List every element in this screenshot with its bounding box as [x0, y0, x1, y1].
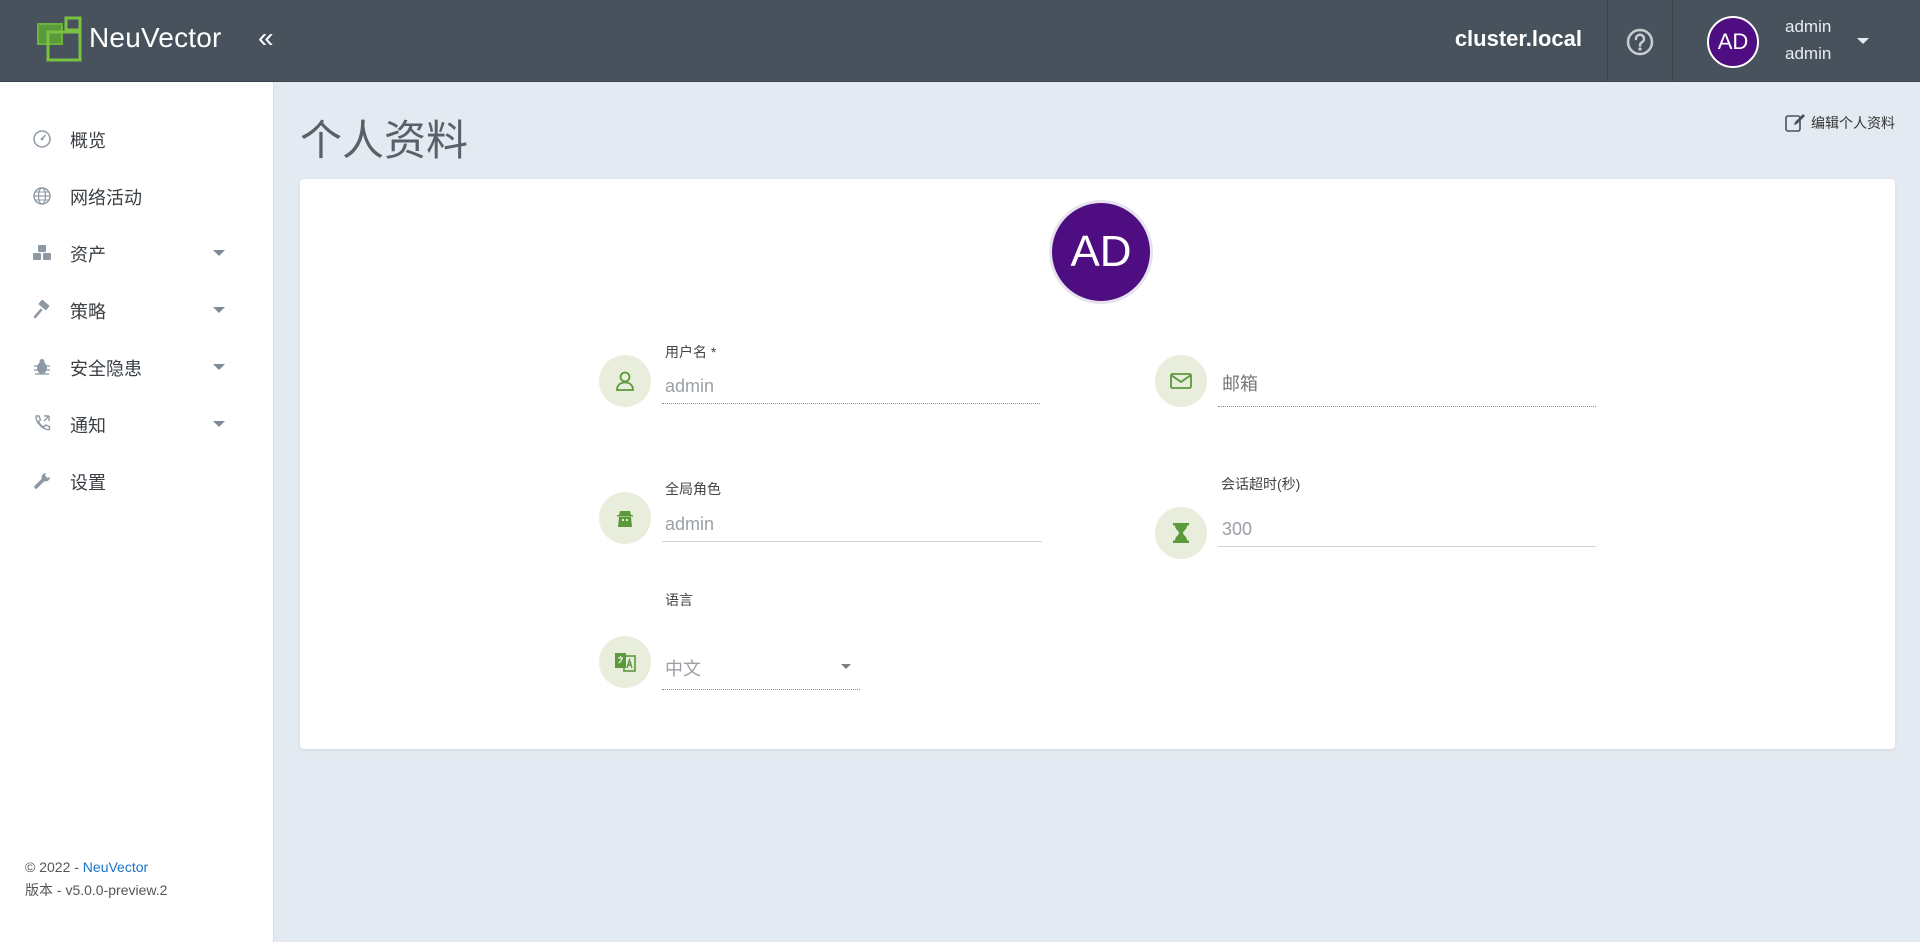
- sidebar-footer: © 2022 - NeuVector 版本 - v5.0.0-preview.2: [25, 856, 167, 902]
- divider: [1672, 0, 1673, 82]
- edit-icon: [1785, 114, 1805, 132]
- user-role[interactable]: admin: [1785, 44, 1831, 64]
- sidebar-item-label: 策略: [70, 302, 106, 322]
- user-icon-badge: [599, 355, 651, 407]
- username-field[interactable]: admin: [662, 376, 1040, 404]
- session-timeout-field[interactable]: 300: [1218, 519, 1596, 547]
- language-select[interactable]: 中文: [662, 655, 860, 690]
- globe-icon: [33, 187, 51, 205]
- envelope-icon: [1170, 373, 1192, 389]
- envelope-icon-badge: [1155, 355, 1207, 407]
- chevron-down-icon[interactable]: [841, 664, 851, 669]
- user-menu-caret-icon[interactable]: [1857, 38, 1869, 44]
- email-field[interactable]: 邮箱: [1218, 370, 1596, 407]
- hourglass-icon: [1173, 523, 1189, 543]
- user-name[interactable]: admin: [1785, 17, 1831, 37]
- hourglass-icon-badge: [1155, 507, 1207, 559]
- sidebar-item-label: 设置: [70, 473, 106, 493]
- phone-icon: [35, 415, 51, 431]
- sidebar-item-label: 网络活动: [70, 188, 142, 208]
- edit-profile-label: 编辑个人资料: [1811, 115, 1895, 131]
- sidebar: 概览 网络活动 资产 策略 安全隐患 通知 设置 © 2022 - NeuVec…: [0, 82, 274, 942]
- brand-name[interactable]: NeuVector: [89, 22, 222, 54]
- agent-icon: [617, 511, 633, 527]
- translate-icon-badge: [599, 636, 651, 688]
- bug-icon: [34, 359, 50, 375]
- sidebar-item-policy[interactable]: 策略: [0, 290, 274, 330]
- translate-icon: [615, 653, 636, 672]
- global-role-label: 全局角色: [665, 481, 721, 497]
- sidebar-item-label: 通知: [70, 416, 106, 436]
- agent-icon-badge: [599, 492, 651, 544]
- session-timeout-label: 会话超时(秒): [1221, 476, 1301, 492]
- sidebar-item-overview[interactable]: 概览: [0, 119, 274, 159]
- user-icon: [616, 371, 634, 391]
- neuvector-link[interactable]: NeuVector: [83, 859, 148, 875]
- neuvector-logo-icon[interactable]: [36, 16, 86, 62]
- chevron-down-icon: [213, 421, 225, 427]
- username-label: 用户名 *: [665, 344, 717, 360]
- sidebar-item-network-activity[interactable]: 网络活动: [0, 176, 274, 216]
- profile-avatar: AD: [1049, 200, 1153, 304]
- copyright-text: © 2022 -: [25, 859, 83, 875]
- sidebar-item-vulnerabilities[interactable]: 安全隐患: [0, 347, 274, 387]
- cluster-name[interactable]: cluster.local: [1455, 26, 1582, 52]
- collapse-sidebar-button[interactable]: «: [258, 24, 274, 52]
- language-label: 语言: [665, 592, 693, 608]
- dashboard-icon: [33, 130, 51, 148]
- edit-profile-button[interactable]: 编辑个人资料: [1785, 113, 1895, 133]
- version-text: 版本 - v5.0.0-preview.2: [25, 882, 168, 898]
- user-avatar[interactable]: AD: [1707, 16, 1759, 68]
- page-title: 个人资料: [300, 117, 469, 164]
- sidebar-item-label: 资产: [70, 245, 106, 265]
- chevron-down-icon: [213, 250, 225, 256]
- chevron-down-icon: [213, 307, 225, 313]
- global-role-field[interactable]: admin: [662, 514, 1042, 542]
- wrench-icon: [34, 473, 50, 489]
- chevron-down-icon: [213, 364, 225, 370]
- gavel-icon: [33, 300, 50, 319]
- help-icon[interactable]: [1626, 28, 1654, 56]
- sidebar-item-assets[interactable]: 资产: [0, 233, 274, 273]
- sidebar-item-label: 安全隐患: [70, 359, 142, 379]
- sidebar-item-settings[interactable]: 设置: [0, 461, 274, 501]
- sidebar-item-notifications[interactable]: 通知: [0, 404, 274, 444]
- cubes-icon: [33, 245, 51, 260]
- divider: [1607, 0, 1608, 82]
- sidebar-item-label: 概览: [70, 131, 106, 151]
- top-bar: NeuVector « cluster.local AD admin admin: [0, 0, 1920, 82]
